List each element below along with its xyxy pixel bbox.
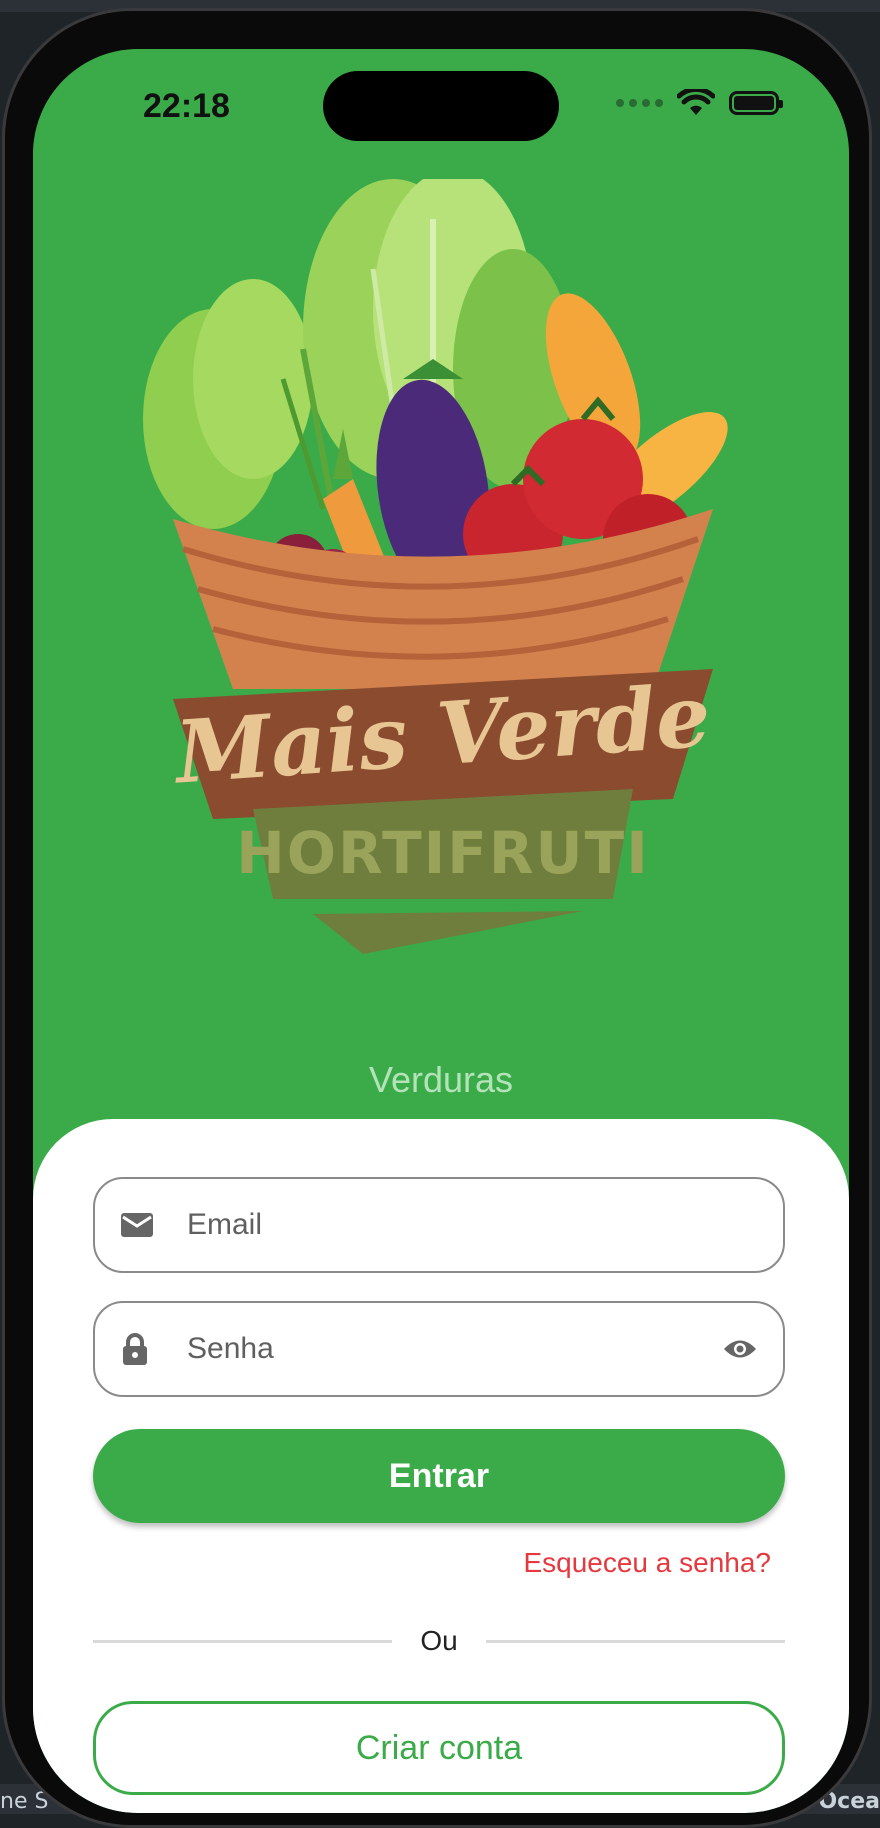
status-time: 22:18 <box>143 87 230 125</box>
divider-label: Ou <box>420 1625 458 1656</box>
forgot-password-link[interactable]: Esqueceu a senha? <box>523 1547 771 1579</box>
signal-dots-icon <box>616 99 663 107</box>
divider-line-left <box>93 1639 393 1643</box>
mail-icon <box>121 1213 181 1237</box>
password-placeholder: Senha <box>187 1332 274 1365</box>
login-button[interactable]: Entrar <box>93 1429 785 1523</box>
email-placeholder: Email <box>187 1208 263 1241</box>
password-field[interactable]: Senha <box>93 1301 785 1397</box>
brand-logo: Mais Verde HORTIFRUTI <box>133 169 753 959</box>
divider-line-right <box>485 1639 786 1643</box>
phone-frame: 22:18 Mais Verde HORTIFRUTI Verduras Ema… <box>2 8 872 1828</box>
wifi-icon <box>677 89 715 115</box>
dynamic-island <box>323 71 559 141</box>
create-account-button[interactable]: Criar conta <box>93 1701 785 1795</box>
category-label: Verduras <box>368 1059 514 1100</box>
or-divider: Ou <box>93 1625 786 1657</box>
login-sheet: Email Senha Entrar Esqueceu a senha? Ou … <box>33 1119 849 1813</box>
status-icons <box>616 89 783 117</box>
app-screen: 22:18 Mais Verde HORTIFRUTI Verduras Ema… <box>33 49 849 1813</box>
email-field[interactable]: Email <box>93 1177 785 1273</box>
logo-subtitle-text: HORTIFRUTI <box>236 819 650 887</box>
battery-icon <box>729 91 783 115</box>
eye-icon[interactable] <box>723 1338 757 1360</box>
lock-icon <box>121 1333 181 1365</box>
